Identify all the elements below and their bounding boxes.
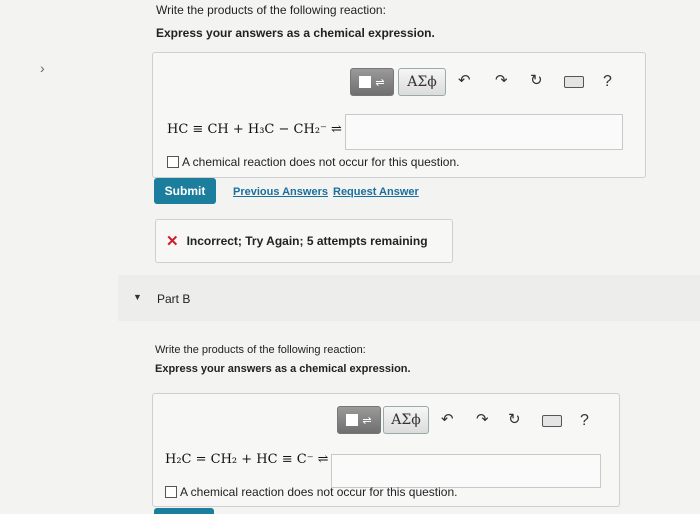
part-a-no-reaction-option[interactable]: A chemical reaction does not occur for t… <box>167 153 459 171</box>
collapse-triangle-icon[interactable]: ▼ <box>133 292 142 302</box>
templates-button[interactable]: ⇌ <box>350 68 394 96</box>
keyboard-icon[interactable] <box>564 76 584 88</box>
part-a-answer-card: ⇌ ΑΣϕ ↶ ↷ ↻ ? HC ≡ CH + H₃C − CH₂⁻ ⇌ A c… <box>152 52 646 178</box>
equilibrium-arrows-icon: ⇌ <box>375 76 385 89</box>
undo-icon[interactable]: ↶ <box>441 410 454 428</box>
symbols-label: ΑΣϕ <box>391 412 421 428</box>
help-icon[interactable]: ? <box>580 412 589 430</box>
equilibrium-arrows-icon: ⇌ <box>362 414 372 427</box>
expand-chevron-icon[interactable]: › <box>40 60 45 76</box>
part-b-header[interactable]: ▼ Part B <box>118 275 700 321</box>
symbols-button[interactable]: ΑΣϕ <box>398 68 446 96</box>
keyboard-icon[interactable] <box>542 415 562 427</box>
part-b-equation: H₂C = CH₂ + HC ≡ C⁻ ⇌ <box>165 452 329 467</box>
symbols-label: ΑΣϕ <box>407 74 437 90</box>
feedback-box: ✕ Incorrect; Try Again; 5 attempts remai… <box>155 219 453 263</box>
templates-icon <box>359 76 372 88</box>
undo-icon[interactable]: ↶ <box>458 71 471 89</box>
part-b-submit-button[interactable] <box>154 508 214 514</box>
request-answer-link[interactable]: Request Answer <box>333 186 419 198</box>
part-a-no-reaction-checkbox[interactable] <box>167 155 179 168</box>
redo-icon[interactable]: ↷ <box>476 410 489 428</box>
part-b-no-reaction-option[interactable]: A chemical reaction does not occur for t… <box>165 483 457 501</box>
part-b-no-reaction-label: A chemical reaction does not occur for t… <box>180 485 458 499</box>
previous-answers-link[interactable]: Previous Answers <box>233 186 328 198</box>
part-b-no-reaction-checkbox[interactable] <box>165 485 177 498</box>
part-a-instruction: Write the products of the following reac… <box>156 3 386 17</box>
help-icon[interactable]: ? <box>603 73 612 91</box>
feedback-text: Incorrect; Try Again; 5 attempts remaini… <box>186 234 428 248</box>
part-a-answer-input[interactable] <box>345 114 623 150</box>
symbols-button-b[interactable]: ΑΣϕ <box>383 406 429 434</box>
part-a-no-reaction-label: A chemical reaction does not occur for t… <box>182 155 460 169</box>
reset-icon[interactable]: ↻ <box>508 410 521 428</box>
templates-button-b[interactable]: ⇌ <box>337 406 381 434</box>
part-b-title: Part B <box>157 292 191 306</box>
incorrect-x-icon: ✕ <box>166 233 179 250</box>
submit-button[interactable]: Submit <box>154 178 216 204</box>
reset-icon[interactable]: ↻ <box>530 71 543 89</box>
part-b-answer-card: ⇌ ΑΣϕ ↶ ↷ ↻ ? H₂C = CH₂ + HC ≡ C⁻ ⇌ A ch… <box>152 393 620 507</box>
redo-icon[interactable]: ↷ <box>495 71 508 89</box>
part-b-express: Express your answers as a chemical expre… <box>155 363 411 375</box>
part-b-instruction: Write the products of the following reac… <box>155 344 366 356</box>
part-a-equation: HC ≡ CH + H₃C − CH₂⁻ ⇌ <box>167 122 342 137</box>
templates-icon <box>346 414 359 426</box>
part-a-express: Express your answers as a chemical expre… <box>156 26 435 40</box>
